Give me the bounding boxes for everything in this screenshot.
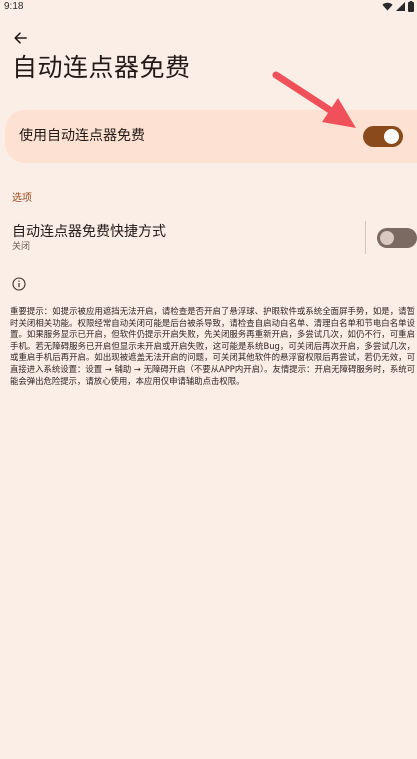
battery-icon [408, 1, 414, 12]
info-icon [12, 277, 26, 291]
wifi-icon [382, 2, 393, 11]
page-title: 自动连点器免费 [12, 53, 191, 82]
shortcut-status: 关闭 [12, 242, 31, 252]
notice-text: 重要提示：如提示被应用遮挡无法开启，请检查是否开启了悬浮球、护眼软件或系统全面屏… [10, 306, 415, 386]
back-arrow-icon [14, 32, 27, 44]
signal-icon [396, 2, 405, 11]
main-toggle-label: 使用自动连点器免费 [19, 128, 145, 144]
status-icons [382, 1, 414, 12]
vertical-divider [365, 221, 366, 254]
shortcut-toggle-switch[interactable] [377, 228, 417, 248]
back-button[interactable] [8, 26, 32, 50]
status-bar: 9:18 [0, 0, 417, 14]
shortcut-title[interactable]: 自动连点器免费快捷方式 [12, 223, 166, 241]
status-time: 9:18 [4, 1, 24, 12]
section-header-options: 选项 [12, 193, 32, 204]
main-toggle-switch[interactable] [363, 126, 403, 147]
switch-thumb [384, 129, 399, 144]
annotation-arrow-icon [272, 71, 356, 128]
switch-thumb [380, 231, 394, 245]
